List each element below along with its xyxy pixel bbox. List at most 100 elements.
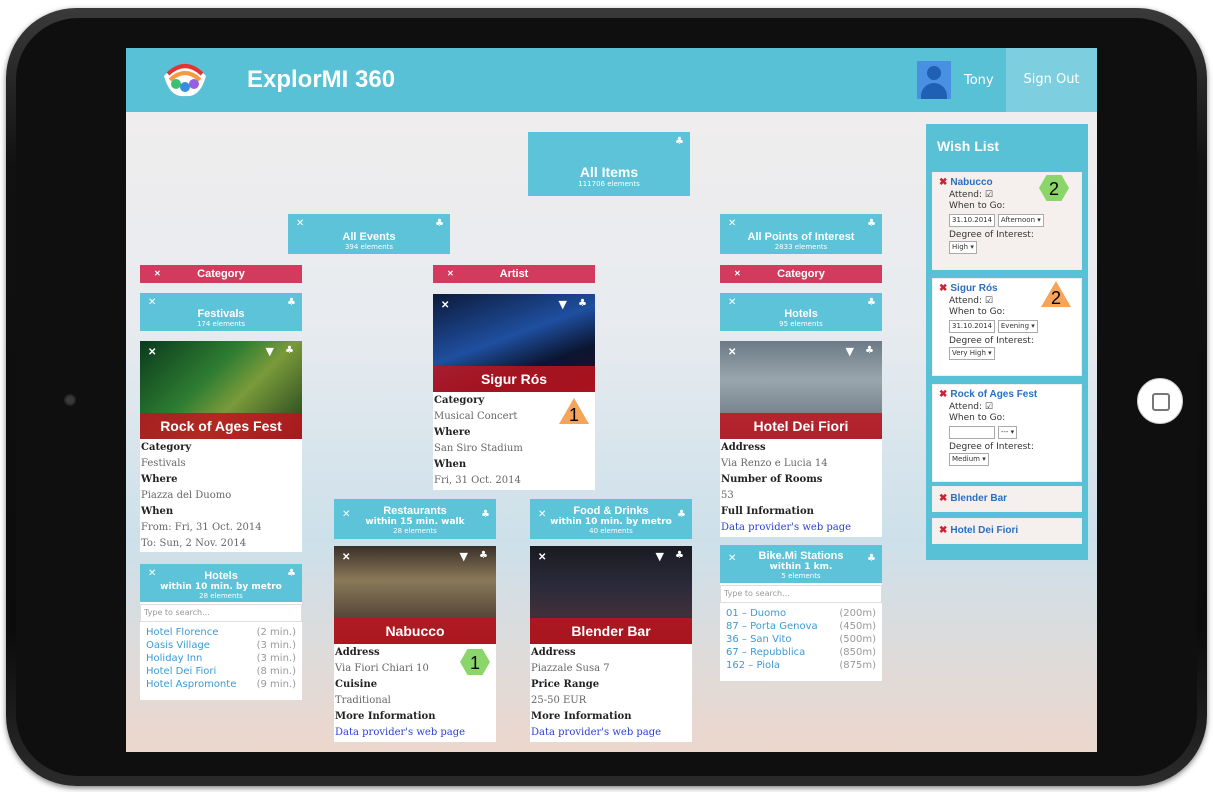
sigur-ros-card[interactable]: ✕ ▼ ♣ Sigur Rós Category Musical Concert… <box>433 294 595 490</box>
all-items-node[interactable]: ♣ All Items 111706 elements <box>528 132 690 196</box>
wish-item-name[interactable]: Hotel Dei Fiori <box>950 525 1018 536</box>
nabucco-card[interactable]: ✕ ▼ ♣ Nabucco Address Via Fiori Chiari 1… <box>334 546 496 742</box>
wish-item-name[interactable]: Nabucco <box>950 177 992 188</box>
hierarchy-icon[interactable]: ♣ <box>479 550 488 561</box>
interest-select[interactable]: Medium ▾ <box>949 453 989 466</box>
list-item[interactable]: 162 – Piola (875m) <box>720 659 882 672</box>
hierarchy-icon[interactable]: ♣ <box>677 509 686 520</box>
node-count: 40 elements <box>589 527 633 535</box>
remove-icon[interactable]: ✖ <box>939 389 947 400</box>
hierarchy-icon[interactable]: ♣ <box>867 218 876 229</box>
all-events-node[interactable]: ✕ ♣ All Events 394 elements <box>288 214 450 254</box>
hotels-metro-node[interactable]: ✕ ♣ Hotels within 10 min. by metro 28 el… <box>140 564 302 602</box>
date-field[interactable]: 31.10.2014 <box>949 320 995 333</box>
list-item[interactable]: Hotel Florence (2 min.) <box>140 626 302 639</box>
list-item[interactable]: Holiday Inn (3 min.) <box>140 652 302 665</box>
wish-item-name[interactable]: Rock of Ages Fest <box>950 389 1037 400</box>
list-item[interactable]: 87 – Porta Genova (450m) <box>720 620 882 633</box>
provider-link[interactable]: Data provider's web page <box>335 725 495 741</box>
hotel-dei-fiori-card[interactable]: ✕ ▼ ♣ Hotel Dei Fiori Address Via Renzo … <box>720 341 882 537</box>
interest-select[interactable]: Very High ▾ <box>949 347 995 360</box>
item-distance: (200m) <box>839 608 876 619</box>
all-poi-node[interactable]: ✕ ♣ All Points of Interest 2833 elements <box>720 214 882 254</box>
close-icon[interactable]: ✕ <box>538 509 546 520</box>
hotels-node[interactable]: ✕ ♣ Hotels 95 elements <box>720 293 882 331</box>
attend-label: Attend: <box>949 190 983 200</box>
attend-checkbox[interactable]: ☑ <box>985 402 993 412</box>
pin-icon[interactable]: ▼ <box>656 550 664 563</box>
search-input[interactable]: Type to search... <box>140 604 302 622</box>
close-icon[interactable]: ✕ <box>148 568 156 579</box>
hierarchy-icon[interactable]: ♣ <box>578 298 587 309</box>
close-icon[interactable]: ✕ <box>148 347 156 358</box>
close-icon[interactable]: ✕ <box>148 297 156 308</box>
wish-item-name[interactable]: Blender Bar <box>950 493 1007 504</box>
pin-icon[interactable]: ▼ <box>266 345 274 358</box>
wish-item-name[interactable]: Sigur Rós <box>950 283 997 294</box>
hierarchy-icon[interactable]: ♣ <box>285 345 294 356</box>
rock-of-ages-card[interactable]: ✕ ▼ ♣ Rock of Ages Fest Category Festiva… <box>140 341 302 552</box>
close-icon[interactable]: ✕ <box>441 300 449 311</box>
hierarchy-icon[interactable]: ♣ <box>867 297 876 308</box>
home-button[interactable] <box>1137 378 1183 424</box>
close-icon[interactable]: ✕ <box>728 297 736 308</box>
restaurants-node[interactable]: ✕ ♣ Restaurants within 15 min. walk 28 e… <box>334 499 496 539</box>
hierarchy-icon[interactable]: ♣ <box>481 509 490 520</box>
time-select[interactable]: --- ▾ <box>997 426 1018 439</box>
pin-icon[interactable]: ▼ <box>460 550 468 563</box>
remove-icon[interactable]: ✖ <box>939 283 947 294</box>
sign-out-button[interactable]: Sign Out <box>1006 48 1097 112</box>
address-label: Address <box>721 442 766 453</box>
remove-icon[interactable]: ✖ <box>939 177 947 188</box>
attend-checkbox[interactable]: ☑ <box>985 296 993 306</box>
festivals-node[interactable]: ✕ ♣ Festivals 174 elements <box>140 293 302 331</box>
provider-link[interactable]: Data provider's web page <box>721 520 881 536</box>
facet-category-right[interactable]: ✕ Category <box>720 265 882 283</box>
close-icon[interactable]: ✕ <box>154 265 161 283</box>
facet-artist[interactable]: ✕ Artist <box>433 265 595 283</box>
list-item[interactable]: Oasis Village (3 min.) <box>140 639 302 652</box>
close-icon[interactable]: ✕ <box>447 265 454 283</box>
hierarchy-icon[interactable]: ♣ <box>867 553 876 564</box>
user-avatar[interactable] <box>917 61 951 99</box>
remove-icon[interactable]: ✖ <box>939 525 947 536</box>
close-icon[interactable]: ✕ <box>342 509 350 520</box>
node-title: All Events <box>342 231 396 243</box>
hierarchy-icon[interactable]: ♣ <box>865 345 874 356</box>
close-icon[interactable]: ✕ <box>728 553 736 564</box>
bike-stations-node[interactable]: ✕ ♣ Bike.Mi Stations within 1 km. 5 elem… <box>720 545 882 583</box>
bike-stations-list: Type to search... 01 – Duomo (200m) 87 – … <box>720 583 882 681</box>
time-select[interactable]: Afternoon ▾ <box>997 214 1044 227</box>
list-item[interactable]: 36 – San Vito (500m) <box>720 633 882 646</box>
list-item[interactable]: 67 – Repubblica (850m) <box>720 646 882 659</box>
rooms-value: 53 <box>721 490 734 501</box>
top-bar: ExplorMI 360 Tony Sign Out <box>126 48 1097 112</box>
pin-icon[interactable]: ▼ <box>559 298 567 311</box>
blender-bar-card[interactable]: ✕ ▼ ♣ Blender Bar Address Piazzale Susa … <box>530 546 692 742</box>
interest-select[interactable]: High ▾ <box>949 241 977 254</box>
time-select[interactable]: Evening ▾ <box>997 320 1038 333</box>
close-icon[interactable]: ✕ <box>342 552 350 563</box>
hierarchy-icon[interactable]: ♣ <box>287 568 296 579</box>
close-icon[interactable]: ✕ <box>296 218 304 229</box>
remove-icon[interactable]: ✖ <box>939 493 947 504</box>
search-input[interactable]: Type to search... <box>720 585 882 603</box>
provider-link[interactable]: Data provider's web page <box>531 725 691 741</box>
hierarchy-icon[interactable]: ♣ <box>435 218 444 229</box>
food-drinks-node[interactable]: ✕ ♣ Food & Drinks within 10 min. by metr… <box>530 499 692 539</box>
close-icon[interactable]: ✕ <box>728 347 736 358</box>
attend-checkbox[interactable]: ☑ <box>985 190 993 200</box>
list-item[interactable]: Hotel Dei Fiori (8 min.) <box>140 665 302 678</box>
close-icon[interactable]: ✕ <box>728 218 736 229</box>
list-item[interactable]: Hotel Aspromonte (9 min.) <box>140 678 302 691</box>
list-item[interactable]: 01 – Duomo (200m) <box>720 607 882 620</box>
date-field[interactable]: 31.10.2014 <box>949 214 995 227</box>
pin-icon[interactable]: ▼ <box>846 345 854 358</box>
hierarchy-icon[interactable]: ♣ <box>675 550 684 561</box>
facet-category-left[interactable]: ✕ Category <box>140 265 302 283</box>
close-icon[interactable]: ✕ <box>538 552 546 563</box>
hierarchy-icon[interactable]: ♣ <box>675 136 684 147</box>
close-icon[interactable]: ✕ <box>734 265 741 283</box>
hierarchy-icon[interactable]: ♣ <box>287 297 296 308</box>
date-field[interactable] <box>949 426 995 439</box>
